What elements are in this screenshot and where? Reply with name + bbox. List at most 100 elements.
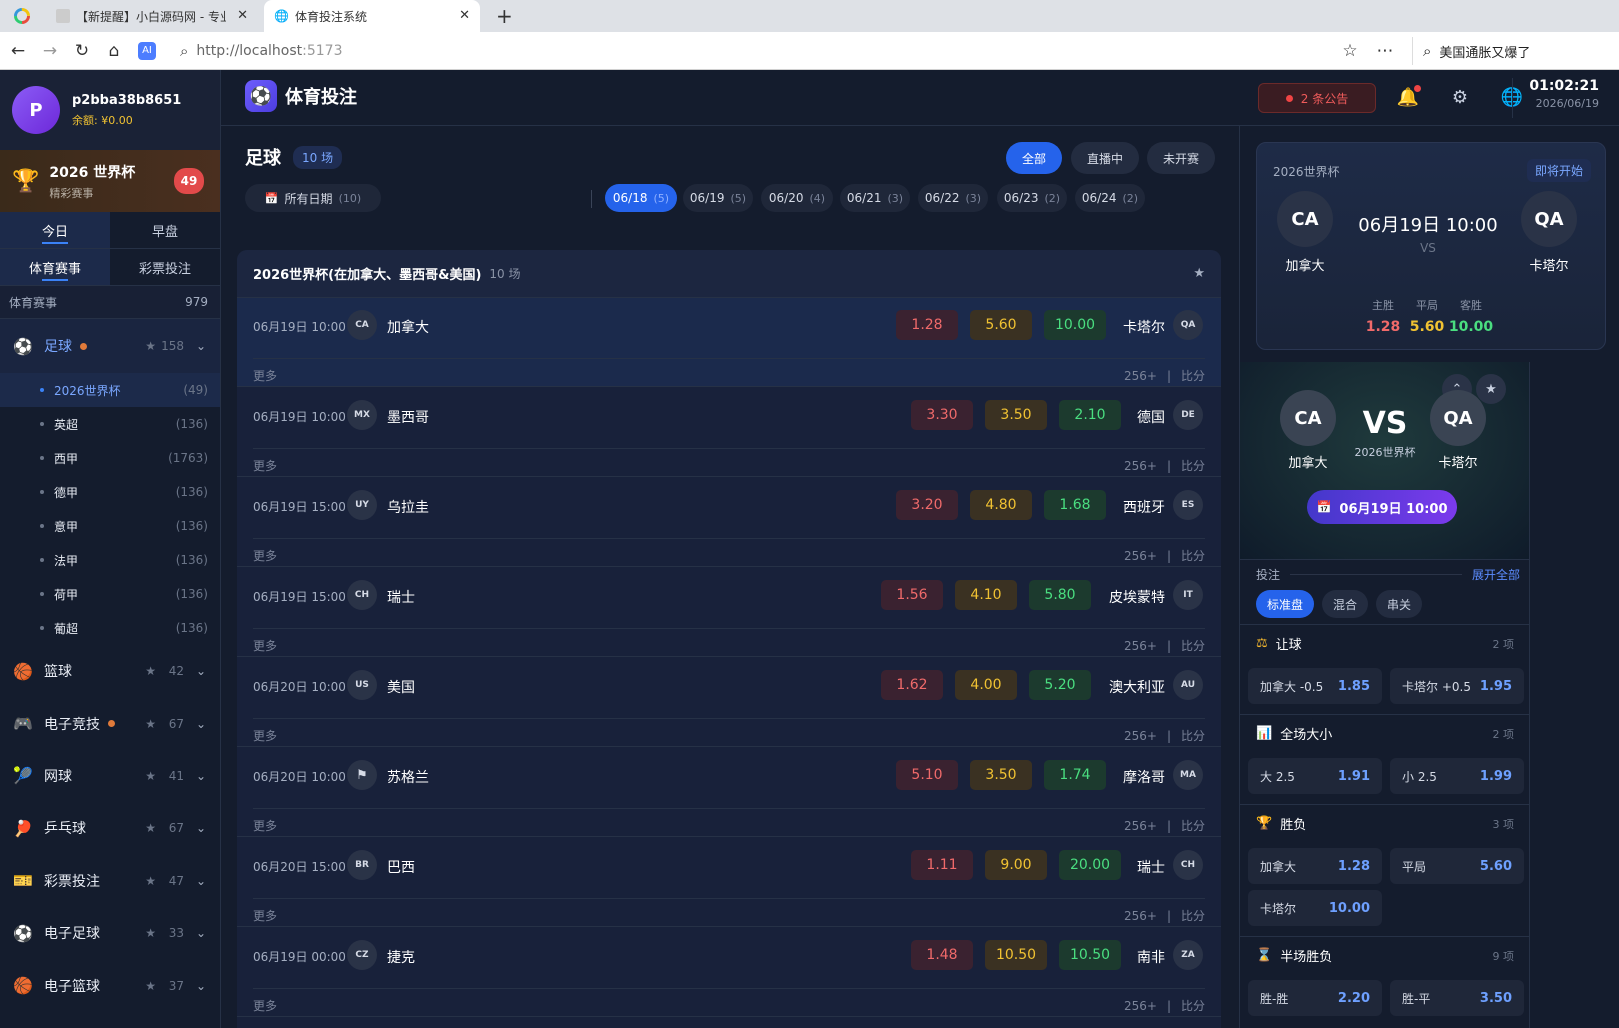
back-icon[interactable]: ← xyxy=(8,41,28,61)
chevron-down-icon[interactable]: ⌄ xyxy=(196,339,206,353)
score-link[interactable]: 比分 xyxy=(1181,819,1205,833)
more-link[interactable]: 更多 xyxy=(253,819,277,833)
score-link[interactable]: 比分 xyxy=(1181,549,1205,563)
odds-option-button[interactable]: 大 2.5 1.91 xyxy=(1248,758,1382,794)
new-tab-button[interactable]: + xyxy=(486,0,523,32)
score-link[interactable]: 比分 xyxy=(1181,729,1205,743)
odd-draw-button[interactable]: 3.50 xyxy=(985,400,1047,430)
market-header[interactable]: ⚖ 让球 2 项 xyxy=(1240,624,1529,662)
forward-icon[interactable]: → xyxy=(40,41,60,61)
league-header[interactable]: 2026世界杯(在加拿大、墨西哥&美国) 10 场 ★ xyxy=(237,250,1221,298)
match-row[interactable]: 06月19日 15:00 CH 瑞士 IT 皮埃蒙特 1.56 4.10 5.80 更多 256+… xyxy=(237,568,1221,657)
date-tab[interactable]: 06/21 (3) xyxy=(840,184,910,212)
odd-draw-button[interactable]: 4.00 xyxy=(955,670,1017,700)
star-icon[interactable]: ★ xyxy=(145,926,156,940)
more-link[interactable]: 更多 xyxy=(253,909,277,923)
tab-today[interactable]: 今日 xyxy=(0,212,110,248)
tab-early[interactable]: 早盘 xyxy=(110,212,220,248)
market-header[interactable]: 📊 全场大小 2 项 xyxy=(1240,714,1529,752)
odd-away-button[interactable]: 1.68 xyxy=(1044,490,1106,520)
star-icon[interactable]: ★ xyxy=(1476,374,1506,404)
expand-all-link[interactable]: 展开全部 xyxy=(1472,566,1520,583)
match-row[interactable]: 06月20日 10:00 US 美国 AU 澳大利亚 1.62 4.00 5.20 更多 256+… xyxy=(237,658,1221,747)
sidebar-item-sport[interactable]: 🎫 彩票投注 ★ 47 ⌄ xyxy=(0,855,220,907)
odd-draw-button[interactable]: 5.60 xyxy=(970,310,1032,340)
odd-away-button[interactable]: 5.20 xyxy=(1029,670,1091,700)
odds-option-button[interactable]: 胜-平 3.50 xyxy=(1390,980,1524,1016)
star-icon[interactable]: ★ xyxy=(145,717,156,731)
more-link[interactable]: 更多 xyxy=(253,729,277,743)
more-link[interactable]: 更多 xyxy=(253,639,277,653)
league-item[interactable]: 英超 (136) xyxy=(0,407,220,441)
odd-draw-button[interactable]: 4.10 xyxy=(955,580,1017,610)
chevron-down-icon[interactable]: ⌄ xyxy=(196,979,206,993)
odd-away-button[interactable]: 20.00 xyxy=(1059,850,1121,880)
star-icon[interactable]: ★ xyxy=(1193,266,1205,281)
chevron-down-icon[interactable]: ⌄ xyxy=(196,769,206,783)
odds-option-button[interactable]: 加拿大 1.28 xyxy=(1248,848,1382,884)
score-link[interactable]: 比分 xyxy=(1181,459,1205,473)
league-item[interactable]: 2026世界杯 (49) xyxy=(0,373,220,407)
sidebar-item-sport[interactable]: 🎮 电子竞技 ★ 67 ⌄ xyxy=(0,697,220,749)
odd-away-button[interactable]: 5.80 xyxy=(1029,580,1091,610)
sidebar-item-sport[interactable]: 🏓 乒乓球 ★ 67 ⌄ xyxy=(0,802,220,854)
odds-option-button[interactable]: 平局 5.60 xyxy=(1390,848,1524,884)
odd-home-button[interactable]: 1.48 xyxy=(911,940,973,970)
chevron-down-icon[interactable]: ⌄ xyxy=(196,926,206,940)
bet-type-standard[interactable]: 标准盘 xyxy=(1256,590,1314,618)
date-tab[interactable]: 06/24 (2) xyxy=(1075,184,1145,212)
browser-search-field[interactable]: ⌕ 美国通胀又爆了 xyxy=(1412,37,1612,65)
featured-match-card[interactable]: 2026世界杯 即将开始 CA 加拿大 06月19日 10:00 VS QA 卡… xyxy=(1256,142,1606,350)
date-tab[interactable]: 06/20 (4) xyxy=(761,184,833,212)
odd-draw-button[interactable]: 4.80 xyxy=(970,490,1032,520)
all-sports-row[interactable]: 体育赛事 979 xyxy=(0,286,220,319)
url-field[interactable]: ⌕ http://localhost:5173 xyxy=(180,37,1380,65)
odd-draw-button[interactable]: 9.00 xyxy=(985,850,1047,880)
home-icon[interactable]: ⌂ xyxy=(104,41,124,61)
bet-type-parlay[interactable]: 串关 xyxy=(1376,590,1422,618)
sidebar-item-sport[interactable]: 🏀 篮球 ★ 42 ⌄ xyxy=(0,645,220,697)
user-card[interactable]: P p2bba38b8651 余额: ¥0.00 xyxy=(0,70,220,150)
league-item[interactable]: 法甲 (136) xyxy=(0,543,220,577)
odd-away-button[interactable]: 10.00 xyxy=(1044,310,1106,340)
score-link[interactable]: 比分 xyxy=(1181,639,1205,653)
match-row[interactable]: 06月19日 15:00 UY 乌拉圭 ES 西班牙 3.20 4.80 1.68 更多 256+… xyxy=(237,478,1221,567)
filter-upcoming-button[interactable]: 未开赛 xyxy=(1147,142,1215,174)
odd-away-button[interactable]: 1.74 xyxy=(1044,760,1106,790)
star-icon[interactable]: ★ xyxy=(145,979,156,993)
bookmark-star-icon[interactable]: ☆ xyxy=(1340,41,1360,61)
star-icon[interactable]: ★ xyxy=(145,769,156,783)
sidebar-item-sport[interactable]: ⚽ 电子足球 ★ 33 ⌄ xyxy=(0,907,220,959)
odd-draw-button[interactable]: 10.50 xyxy=(985,940,1047,970)
league-item[interactable]: 西甲 (1763) xyxy=(0,441,220,475)
bell-icon[interactable]: 🔔 xyxy=(1395,85,1421,111)
date-tab-all[interactable]: 📅 所有日期 (10) xyxy=(245,184,381,212)
date-tab[interactable]: 06/18 (5) xyxy=(605,184,677,212)
more-menu-icon[interactable]: ⋯ xyxy=(1375,41,1395,61)
tab-sports[interactable]: 体育赛事 xyxy=(0,249,110,285)
date-tab[interactable]: 06/22 (3) xyxy=(918,184,988,212)
browser-tab-2[interactable]: 🌐 体育投注系统 ✕ xyxy=(264,0,480,32)
odd-home-button[interactable]: 3.20 xyxy=(896,490,958,520)
sidebar-item-sport[interactable]: 🏀 电子篮球 ★ 37 ⌄ xyxy=(0,959,220,1011)
match-row[interactable]: 06月19日 00:00 CZ 捷克 ZA 南非 1.48 10.50 10.50 更多 256+… xyxy=(237,928,1221,1017)
bet-type-mixed[interactable]: 混合 xyxy=(1322,590,1368,618)
odds-option-button[interactable]: 加拿大 -0.5 1.85 xyxy=(1248,668,1382,704)
ai-icon[interactable]: AI xyxy=(138,42,156,60)
match-row[interactable]: 06月20日 10:00 ⚑ 苏格兰 MA 摩洛哥 5.10 3.50 1.74 更多 256+ |… xyxy=(237,748,1221,837)
app-logo[interactable]: ⚽ 体育投注 xyxy=(245,80,357,112)
sidebar-item-sport[interactable]: 🎾 网球 ★ 41 ⌄ xyxy=(0,750,220,802)
odd-away-button[interactable]: 10.50 xyxy=(1059,940,1121,970)
more-link[interactable]: 更多 xyxy=(253,369,277,383)
league-item[interactable]: 意甲 (136) xyxy=(0,509,220,543)
star-icon[interactable]: ★ xyxy=(145,821,156,835)
notice-button[interactable]: 2 条公告 xyxy=(1258,83,1376,113)
odd-home-button[interactable]: 1.62 xyxy=(881,670,943,700)
filter-all-button[interactable]: 全部 xyxy=(1006,142,1062,174)
odd-home-button[interactable]: 5.10 xyxy=(896,760,958,790)
odd-home-button[interactable]: 1.56 xyxy=(881,580,943,610)
featured-odd-away[interactable]: 客胜 10.00 xyxy=(1441,297,1501,335)
odds-option-button[interactable]: 卡塔尔 10.00 xyxy=(1248,890,1382,926)
more-link[interactable]: 更多 xyxy=(253,999,277,1013)
league-item[interactable]: 葡超 (136) xyxy=(0,611,220,645)
